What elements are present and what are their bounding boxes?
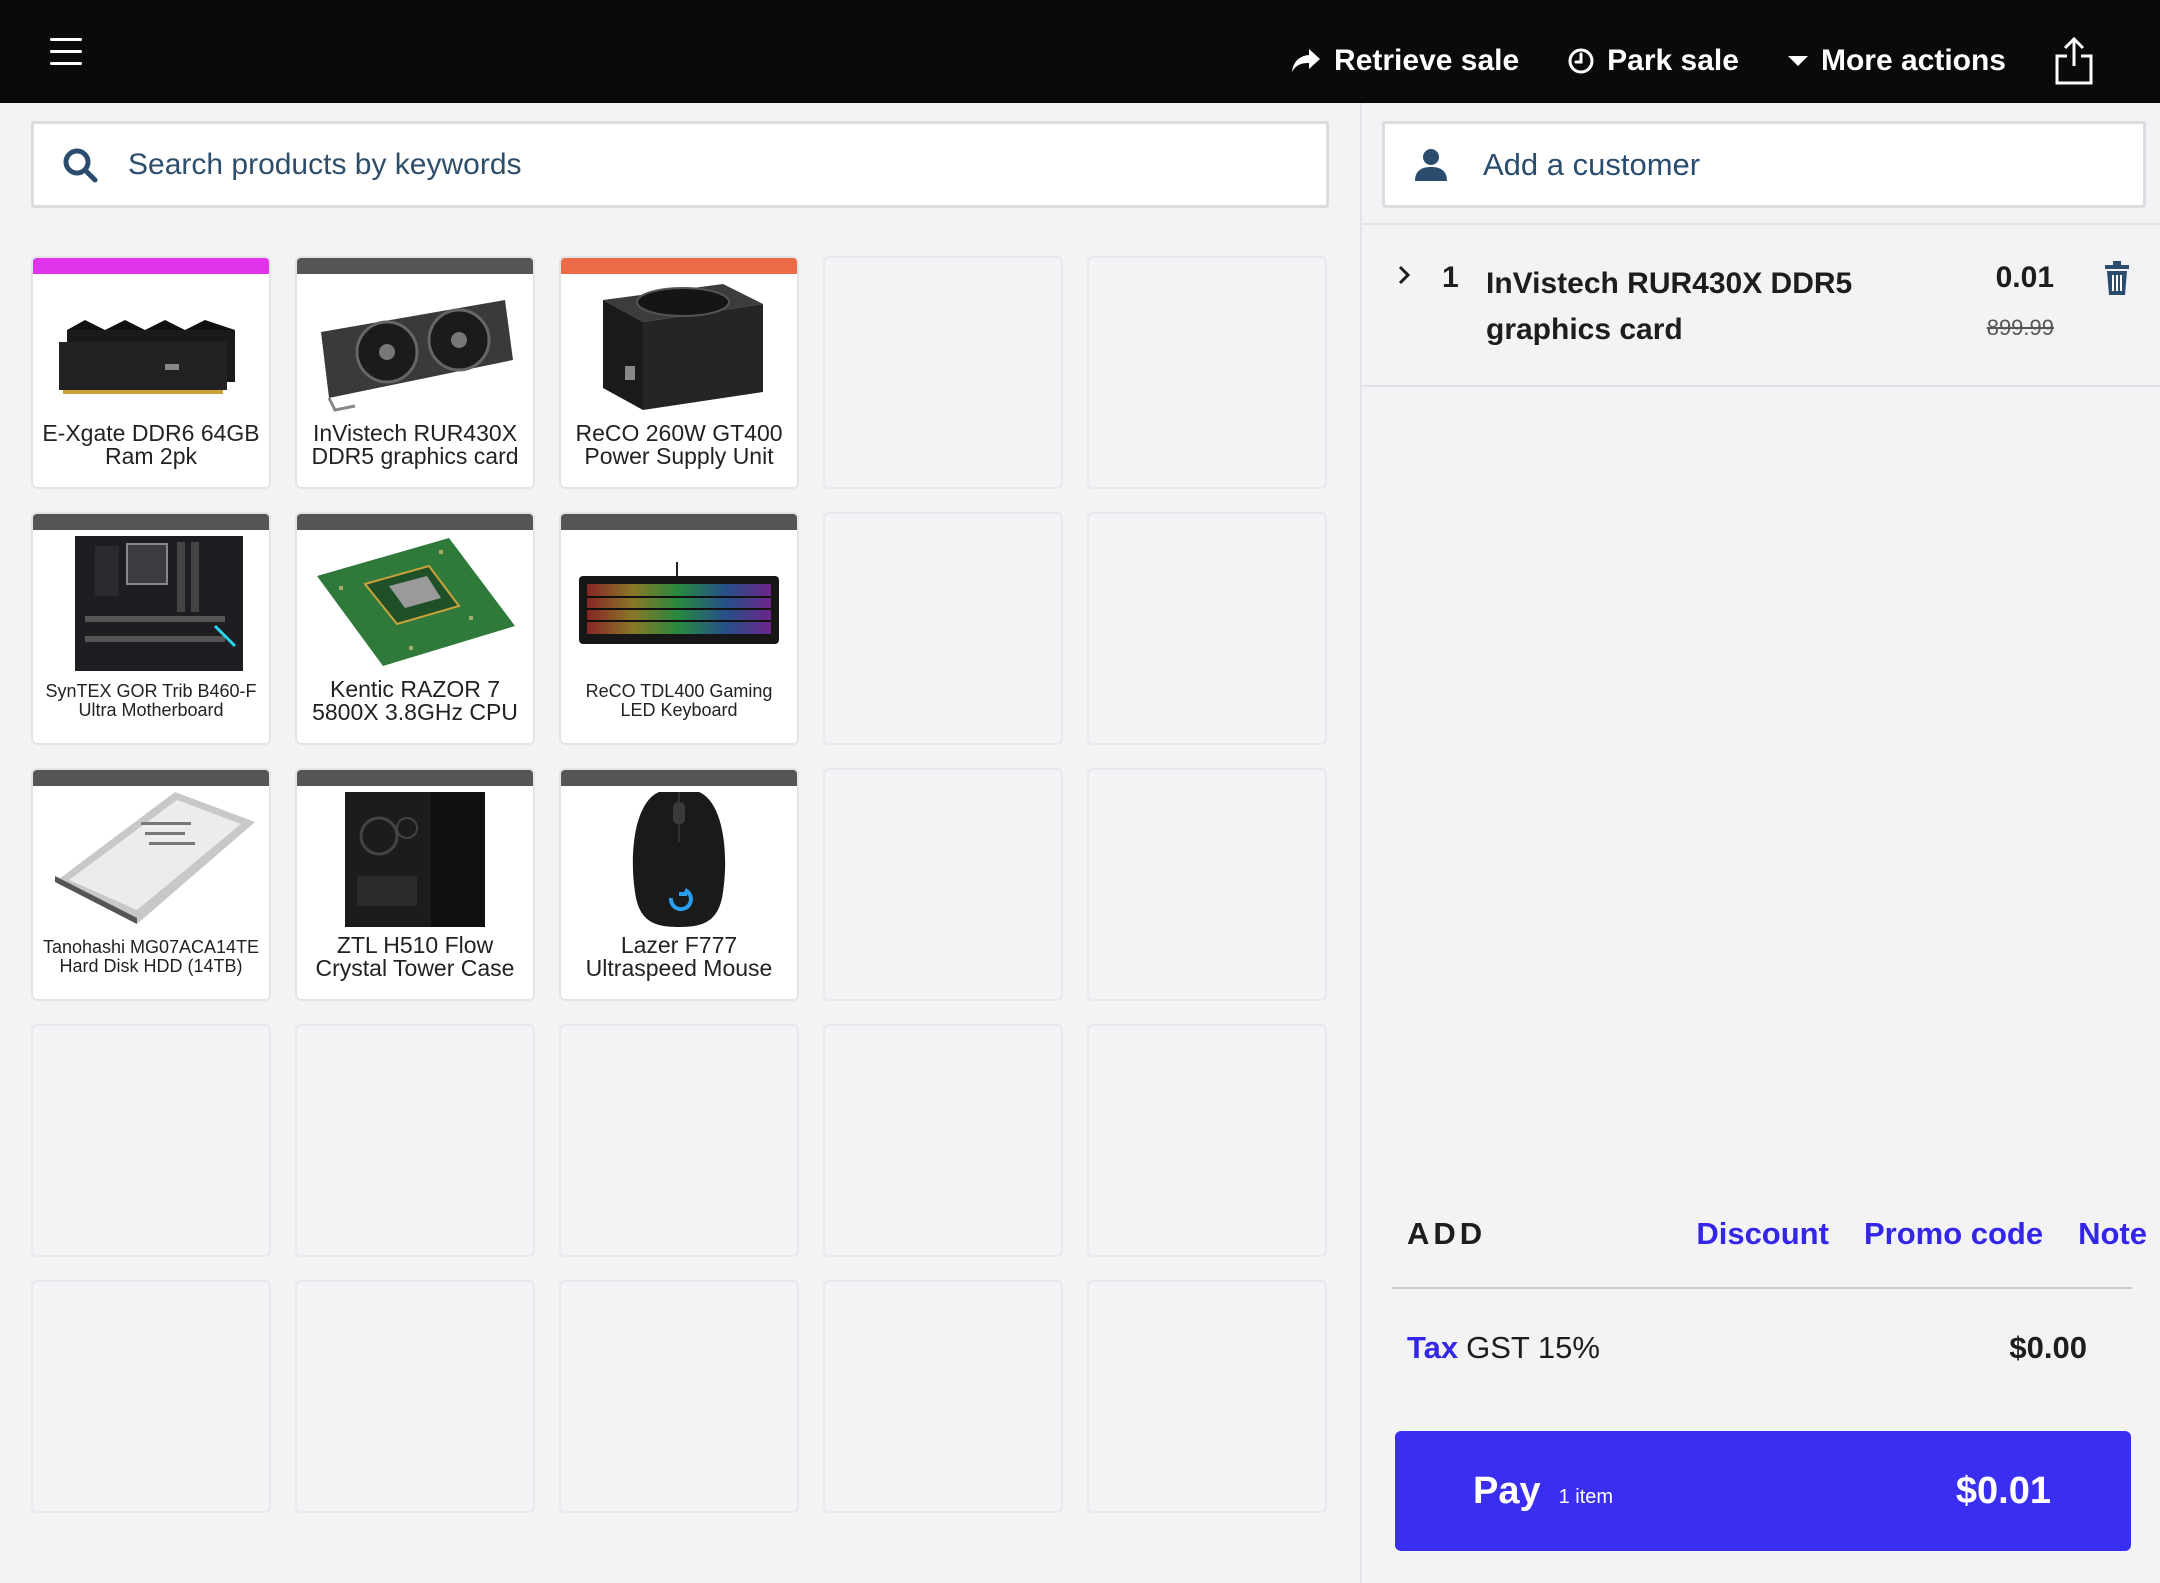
- more-actions-button[interactable]: More actions: [1787, 44, 2006, 78]
- product-name: Kentic RAZOR 7 5800X 3.8GHz CPU: [312, 676, 518, 725]
- motherboard-icon: [45, 536, 257, 671]
- product-name: ReCO 260W GT400 Power Supply Unit: [575, 420, 783, 469]
- empty-tile: [823, 1280, 1063, 1513]
- clock-icon: [1568, 48, 1594, 74]
- product-name: Tanohashi MG07ACA14TE Hard Disk HDD (14T…: [42, 937, 260, 976]
- park-sale-button[interactable]: Park sale: [1567, 44, 1739, 78]
- empty-tile: [1087, 1024, 1327, 1257]
- search-box[interactable]: [31, 121, 1329, 208]
- line-item-qty: 1: [1442, 261, 1459, 294]
- park-sale-label: Park sale: [1607, 44, 1739, 77]
- product-name: ReCO TDL400 Gaming LED Keyboard: [585, 681, 773, 720]
- tile-color-bar: [561, 770, 797, 786]
- promo-code-link[interactable]: Promo code: [1864, 1216, 2043, 1252]
- add-label: ADD: [1407, 1216, 1487, 1251]
- trash-icon[interactable]: [2103, 261, 2131, 300]
- empty-tile: [823, 768, 1063, 1001]
- empty-tile: [295, 1024, 535, 1257]
- product-name: Lazer F777 Ultraspeed Mouse: [585, 932, 773, 981]
- add-customer-label: Add a customer: [1483, 146, 1701, 182]
- tile-color-bar: [297, 258, 533, 274]
- top-actions: Retrieve sale Park sale More actions: [1242, 36, 2160, 86]
- tax-link[interactable]: Tax: [1407, 1330, 1458, 1366]
- keyboard-icon: [573, 536, 785, 671]
- chevron-right-icon[interactable]: [1396, 263, 1412, 292]
- product-name: ZTL H510 Flow Crystal Tower Case: [315, 932, 515, 981]
- pay-button[interactable]: Pay 1 item $0.01: [1395, 1431, 2131, 1551]
- add-customer-button[interactable]: Add a customer: [1382, 121, 2146, 208]
- retrieve-sale-label: Retrieve sale: [1334, 44, 1520, 77]
- product-tile-ram[interactable]: E-Xgate DDR6 64GB Ram 2pk: [31, 256, 271, 489]
- tile-color-bar: [561, 514, 797, 530]
- ram-icon: [45, 280, 257, 415]
- hdd-icon: [45, 792, 257, 927]
- pay-item-count: 1 item: [1558, 1485, 1614, 1508]
- product-tile-motherboard[interactable]: SynTEX GOR Trib B460-F Ultra Motherboard: [31, 512, 271, 745]
- product-tile-cpu[interactable]: Kentic RAZOR 7 5800X 3.8GHz CPU: [295, 512, 535, 745]
- discount-link[interactable]: Discount: [1696, 1216, 1829, 1252]
- product-name: InVistech RUR430X DDR5 graphics card: [311, 420, 519, 469]
- empty-tile: [1087, 1280, 1327, 1513]
- empty-tile: [1087, 256, 1327, 489]
- empty-tile: [31, 1024, 271, 1257]
- product-tile-gpu[interactable]: InVistech RUR430X DDR5 graphics card: [295, 256, 535, 489]
- pay-amount: $0.01: [1955, 1469, 2051, 1512]
- tax-amount: $0.00: [2009, 1330, 2087, 1365]
- empty-tile: [823, 512, 1063, 745]
- add-row: ADD Discount Promo code Note: [1407, 1209, 2147, 1259]
- empty-tile: [823, 256, 1063, 489]
- line-item-price: 0.01: [1995, 261, 2054, 294]
- user-icon: [1413, 147, 1449, 183]
- empty-tile: [559, 1280, 799, 1513]
- tax-row: Tax GST 15% $0.00: [1407, 1323, 2087, 1373]
- search-input[interactable]: [128, 147, 1228, 182]
- share-arrow-icon: [1292, 49, 1321, 72]
- product-tile-case[interactable]: ZTL H510 Flow Crystal Tower Case: [295, 768, 535, 1001]
- case-icon: [309, 792, 521, 927]
- tile-color-bar: [33, 514, 269, 530]
- divider: [1392, 1287, 2132, 1289]
- menu-icon[interactable]: [50, 36, 82, 66]
- tile-color-bar: [561, 258, 797, 274]
- empty-tile: [823, 1024, 1063, 1257]
- share-button[interactable]: [2054, 36, 2094, 86]
- line-item-name: InVistech RUR430X DDR5 graphics card: [1486, 267, 1853, 346]
- tax-label: GST 15%: [1466, 1330, 1600, 1365]
- divider: [1362, 385, 2160, 387]
- empty-tile: [295, 1280, 535, 1513]
- more-actions-label: More actions: [1820, 44, 2006, 77]
- empty-tile: [1087, 512, 1327, 745]
- empty-tile: [31, 1280, 271, 1513]
- tile-color-bar: [297, 514, 533, 530]
- upload-icon: [2055, 36, 2093, 85]
- tile-color-bar: [33, 770, 269, 786]
- tile-color-bar: [297, 770, 533, 786]
- mouse-icon: [573, 792, 785, 927]
- product-name: E-Xgate DDR6 64GB Ram 2pk: [42, 420, 260, 469]
- retrieve-sale-button[interactable]: Retrieve sale: [1290, 44, 1519, 78]
- product-pane: E-Xgate DDR6 64GB Ram 2pk InVistech RUR4…: [0, 103, 1360, 1583]
- search-icon: [62, 147, 98, 183]
- line-item-original-price: 899.99: [1986, 315, 2054, 340]
- add-links: Discount Promo code Note: [1661, 1216, 2147, 1252]
- empty-tile: [559, 1024, 799, 1257]
- note-link[interactable]: Note: [2078, 1216, 2147, 1252]
- product-grid: E-Xgate DDR6 64GB Ram 2pk InVistech RUR4…: [31, 256, 1327, 1513]
- product-tile-keyboard[interactable]: ReCO TDL400 Gaming LED Keyboard: [559, 512, 799, 745]
- product-tile-hdd[interactable]: Tanohashi MG07ACA14TE Hard Disk HDD (14T…: [31, 768, 271, 1001]
- psu-icon: [573, 280, 785, 415]
- product-tile-psu[interactable]: ReCO 260W GT400 Power Supply Unit: [559, 256, 799, 489]
- product-tile-mouse[interactable]: Lazer F777 Ultraspeed Mouse: [559, 768, 799, 1001]
- pay-label: Pay: [1473, 1469, 1541, 1512]
- top-bar: Retrieve sale Park sale More actions: [0, 0, 2160, 103]
- cart-line-item[interactable]: 1 InVistech RUR430X DDR5 graphics card 0…: [1362, 225, 2160, 385]
- caret-down-icon: [1787, 56, 1808, 66]
- gpu-icon: [309, 280, 521, 415]
- cpu-icon: [309, 536, 521, 671]
- product-name: SynTEX GOR Trib B460-F Ultra Motherboard: [45, 681, 257, 720]
- empty-tile: [1087, 768, 1327, 1001]
- cart-pane: Add a customer 1 InVistech RUR430X DDR5 …: [1360, 103, 2160, 1583]
- tile-color-bar: [33, 258, 269, 274]
